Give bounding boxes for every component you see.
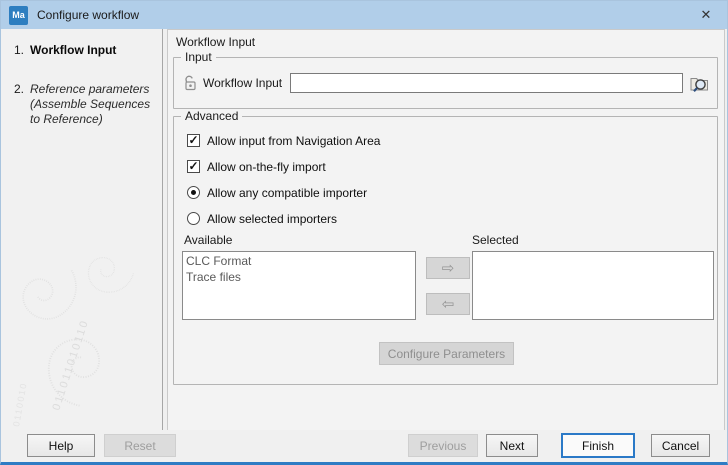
svg-text:0110010: 0110010 [11, 381, 29, 427]
help-button[interactable]: Help [27, 434, 95, 457]
previous-button[interactable]: Previous [408, 434, 478, 457]
browse-button[interactable] [689, 74, 711, 93]
wizard-steps-sidebar: 1. Workflow Input 2. Reference parameter… [1, 29, 163, 434]
selected-list-label: Selected [472, 233, 519, 247]
configure-parameters-button[interactable]: Configure Parameters [379, 342, 514, 365]
selected-importers-list[interactable] [472, 251, 714, 320]
step-number: 2. [14, 82, 30, 127]
wizard-step-workflow-input: 1. Workflow Input [14, 43, 154, 58]
cancel-button[interactable]: Cancel [651, 434, 710, 457]
dialog-content: 1. Workflow Input 2. Reference parameter… [1, 29, 727, 434]
wizard-step-reference-parameters: 2. Reference parameters (Assemble Sequen… [14, 82, 154, 127]
window-title: Configure workflow [37, 8, 139, 22]
reset-button[interactable]: Reset [104, 434, 176, 457]
list-item[interactable]: Trace files [186, 269, 412, 285]
available-list-label: Available [184, 233, 232, 247]
next-button[interactable]: Next [486, 434, 538, 457]
input-group: Input Workflow Input [173, 57, 718, 109]
checkbox-allow-on-the-fly-import[interactable]: ✓ Allow on-the-fly import [187, 159, 326, 174]
list-item[interactable]: CLC Format [186, 253, 412, 269]
available-importers-list[interactable]: CLC Format Trace files [182, 251, 416, 320]
title-bar: Ma Configure workflow ✕ [1, 1, 727, 29]
step-label: Workflow Input [30, 43, 116, 58]
step-number: 1. [14, 43, 30, 58]
advanced-group-legend: Advanced [181, 109, 242, 123]
radio-allow-any-compatible-importer[interactable]: Allow any compatible importer [187, 185, 367, 200]
main-panel: Workflow Input Input Workflow Input [167, 29, 725, 434]
workflow-input-field[interactable] [290, 73, 683, 93]
finish-button[interactable]: Finish [561, 433, 635, 458]
panel-title: Workflow Input [176, 35, 255, 49]
radio-selected-icon [187, 186, 200, 199]
configure-workflow-dialog: Ma Configure workflow ✕ 1. Workflow Inpu… [0, 0, 728, 465]
radio-unselected-icon [187, 212, 200, 225]
app-logo-icon: Ma [9, 6, 28, 25]
binary-spiral-watermark: 011011010110 0110010 [1, 219, 163, 434]
radio-allow-selected-importers[interactable]: Allow selected importers [187, 211, 337, 226]
arrow-right-icon: ⇨ [442, 261, 455, 276]
checkbox-label: Allow on-the-fly import [207, 160, 326, 174]
radio-label: Allow selected importers [207, 212, 337, 226]
dialog-button-bar: Help Reset Previous Next Finish Cancel [1, 430, 727, 462]
input-group-legend: Input [181, 50, 216, 64]
arrow-left-icon: ⇦ [442, 297, 455, 312]
move-right-button[interactable]: ⇨ [426, 257, 470, 279]
svg-text:011011010110: 011011010110 [50, 318, 91, 412]
move-left-button[interactable]: ⇦ [426, 293, 470, 315]
radio-label: Allow any compatible importer [207, 186, 367, 200]
folder-search-icon [689, 74, 711, 93]
close-icon[interactable]: ✕ [693, 4, 719, 26]
checkbox-checked-icon: ✓ [187, 134, 200, 147]
unlocked-padlock-icon [184, 75, 197, 91]
checkbox-checked-icon: ✓ [187, 160, 200, 173]
step-label: Reference parameters (Assemble Sequences… [30, 82, 154, 127]
checkbox-label: Allow input from Navigation Area [207, 134, 380, 148]
checkbox-allow-input-from-navigation-area[interactable]: ✓ Allow input from Navigation Area [187, 133, 380, 148]
workflow-input-label: Workflow Input [197, 76, 290, 90]
advanced-group: Advanced ✓ Allow input from Navigation A… [173, 116, 718, 385]
